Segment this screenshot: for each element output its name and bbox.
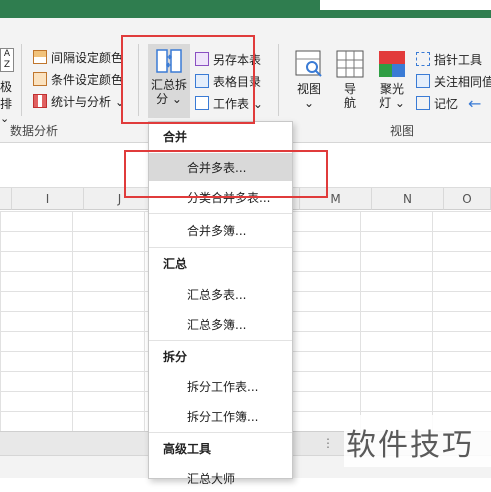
interval-color-button[interactable]: 间隔设定颜色 — [33, 47, 125, 67]
menu-item-label: 拆分工作簿... — [187, 409, 259, 424]
sheet-bar-splitter-icon[interactable]: ⋮ — [322, 436, 334, 450]
condition-color-button[interactable]: 条件设定颜色 — [33, 69, 125, 89]
pointer-tool-button[interactable]: 指针工具 — [416, 49, 491, 69]
ribbon-divider — [21, 44, 22, 116]
column-header-label: I — [45, 191, 50, 206]
menu-divider — [149, 213, 292, 214]
stats-icon — [33, 94, 47, 108]
sort-label: 极排 — [0, 80, 13, 111]
menu-item-label: 合并多簿... — [187, 223, 247, 238]
title-bar-light-area — [320, 0, 491, 10]
menu-item-merge-workbooks[interactable]: 合并多簿... — [149, 216, 292, 244]
column-header-label: N — [403, 191, 412, 206]
highlight-box-ribbon — [121, 35, 255, 124]
menu-item-label: 拆分工作表... — [187, 379, 259, 394]
menu-item-summary-workbooks[interactable]: 汇总多簿... — [149, 310, 292, 338]
menu-divider — [149, 432, 292, 433]
highlight-box-menu-item — [124, 150, 328, 198]
sort-button-partial[interactable]: A Z 极排 ⌄ — [0, 48, 20, 125]
memory-button[interactable]: 记忆 ← — [416, 93, 491, 113]
menu-section-advanced: 高级工具 — [163, 442, 212, 456]
column-header-partial[interactable] — [0, 188, 12, 210]
column-header-label: M — [330, 191, 341, 206]
pointer-tool-label: 指针工具 — [434, 52, 483, 67]
ribbon-divider — [278, 44, 279, 116]
spotlight-button[interactable]: 聚光 灯 ⌄ — [372, 50, 412, 110]
menu-item-label: 汇总多簿... — [187, 317, 247, 332]
condition-color-label: 条件设定颜色 — [51, 72, 124, 87]
memory-icon — [416, 96, 430, 110]
view-group-label: 视图 — [390, 124, 415, 138]
view-button[interactable]: 视图 ⌄ — [290, 50, 328, 110]
interval-color-label: 间隔设定颜色 — [51, 50, 124, 65]
menu-section-merge: 合并 — [163, 130, 188, 144]
spotlight-label-2: 灯 ⌄ — [379, 96, 405, 110]
stats-analysis-button[interactable]: 统计与分析 ⌄ — [33, 91, 125, 111]
column-header-o[interactable]: O — [444, 188, 491, 210]
navigation-label-2: 航 — [343, 96, 356, 110]
column-header-label: O — [462, 191, 472, 206]
view-label: 视图 — [296, 82, 321, 96]
navigation-button[interactable]: 导 航 — [334, 50, 366, 110]
navigation-icon — [336, 50, 364, 78]
focus-same-icon — [416, 74, 430, 88]
data-analysis-group-label: 数据分析 — [10, 124, 59, 138]
pointer-tool-icon — [416, 52, 430, 66]
menu-divider — [149, 247, 292, 248]
watermark-text: 软件技巧 — [346, 428, 474, 463]
menu-item-summary-master[interactable]: 汇总大师 — [149, 464, 292, 492]
sort-icon: A Z — [0, 48, 14, 72]
back-arrow-icon[interactable]: ← — [468, 94, 481, 113]
view-chevron: ⌄ — [303, 96, 315, 110]
column-header-n[interactable]: N — [372, 188, 444, 210]
interval-color-icon — [33, 50, 47, 64]
menu-section-split: 拆分 — [163, 350, 188, 364]
view-icon — [295, 50, 322, 77]
stats-analysis-label: 统计与分析 ⌄ — [51, 94, 125, 109]
spotlight-icon — [379, 51, 405, 77]
menu-item-label: 汇总大师 — [187, 471, 236, 486]
focus-same-button[interactable]: 关注相同值 — [416, 71, 491, 91]
focus-same-label: 关注相同值 — [434, 74, 491, 89]
navigation-label-1: 导 — [343, 82, 356, 96]
memory-label: 记忆 — [434, 96, 459, 111]
condition-color-icon — [33, 72, 47, 86]
menu-section-summary: 汇总 — [163, 257, 188, 271]
menu-divider — [149, 340, 292, 341]
spotlight-label-1: 聚光 — [379, 82, 404, 96]
menu-item-split-sheet[interactable]: 拆分工作表... — [149, 372, 292, 400]
column-header-label: J — [117, 191, 122, 206]
menu-item-summary-sheets[interactable]: 汇总多表... — [149, 280, 292, 308]
column-header-i[interactable]: I — [12, 188, 84, 210]
menu-item-split-workbook[interactable]: 拆分工作簿... — [149, 402, 292, 430]
menu-item-label: 汇总多表... — [187, 287, 247, 302]
